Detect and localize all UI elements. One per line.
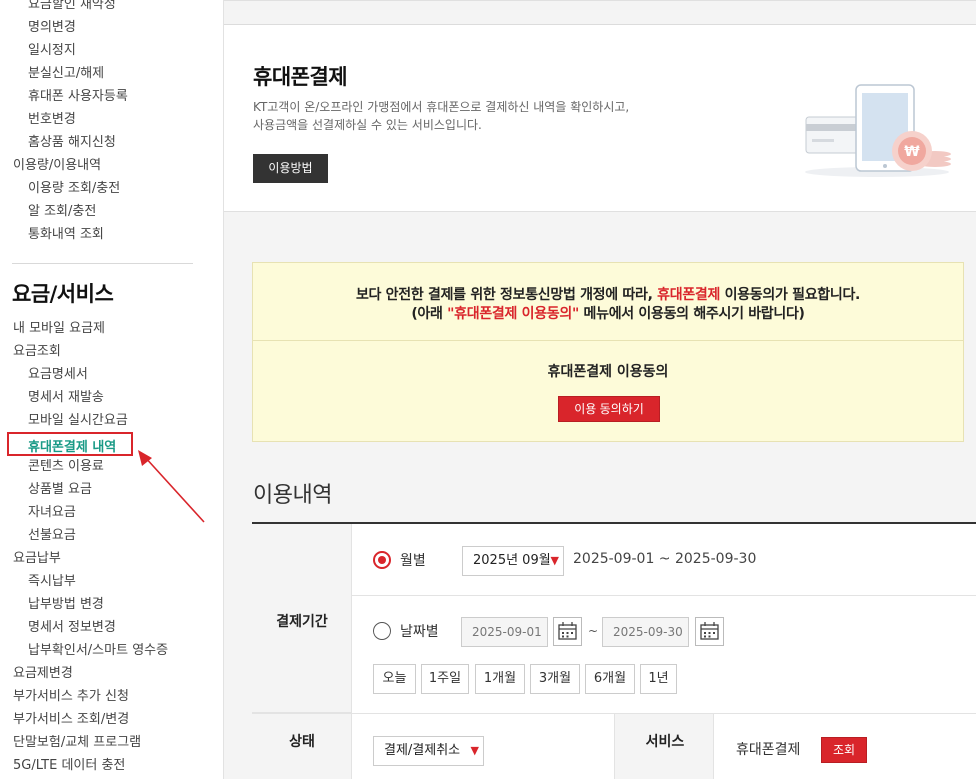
sidebar-item-suspend[interactable]: 일시정지 bbox=[28, 43, 76, 59]
period-1year-button[interactable]: 1년 bbox=[640, 664, 677, 694]
sidebar-item-plan-change[interactable]: 요금제변경 bbox=[13, 666, 73, 682]
notice-divider bbox=[253, 340, 963, 341]
sidebar-item-pay-method[interactable]: 납부방법 변경 bbox=[28, 597, 104, 613]
monthly-radio[interactable] bbox=[373, 551, 391, 569]
sidebar-item-fee-discount-recontract[interactable]: 요금할인 재약정 bbox=[28, 0, 116, 13]
sidebar-item-data-charge[interactable]: 5G/LTE 데이터 충전 bbox=[13, 758, 125, 774]
sidebar-item-insurance[interactable]: 단말보험/교체 프로그램 bbox=[13, 735, 141, 751]
calendar-from-button[interactable] bbox=[553, 617, 582, 646]
sidebar-item-number-change[interactable]: 번호변경 bbox=[28, 112, 76, 128]
daily-radio[interactable] bbox=[373, 622, 391, 640]
date-to-input[interactable]: 2025-09-30 bbox=[602, 617, 689, 647]
sidebar-heading: 요금/서비스 bbox=[12, 282, 114, 306]
search-button[interactable]: 조회 bbox=[821, 737, 867, 763]
sidebar-item-addon-view[interactable]: 부가서비스 조회/변경 bbox=[13, 712, 129, 728]
sidebar-item-content-fee[interactable]: 콘텐츠 이용료 bbox=[28, 459, 104, 475]
daily-label: 날짜별 bbox=[400, 624, 439, 640]
notice-line-2: (아래 "휴대폰결제 이용동의" 메뉴에서 이용동의 해주시기 바랍니다) bbox=[411, 306, 805, 322]
notice-line-1: 보다 안전한 결제를 위한 정보통신망법 개정에 따라, 휴대폰결제 이용동의가… bbox=[355, 287, 861, 303]
period-1month-button[interactable]: 1개월 bbox=[475, 664, 525, 694]
sidebar-item-bill-statement[interactable]: 요금명세서 bbox=[28, 367, 88, 383]
main-content: 휴대폰결제 KT고객이 온/오프라인 가맹점에서 휴대폰으로 결제하신 내역을 … bbox=[224, 0, 976, 779]
consent-title: 휴대폰결제 이용동의 bbox=[547, 364, 669, 380]
date-range-tilde: ~ bbox=[588, 624, 599, 638]
calendar-icon bbox=[700, 622, 719, 640]
month-range-text: 2025-09-01 ~ 2025-09-30 bbox=[573, 551, 757, 567]
sidebar-item-addon-apply[interactable]: 부가서비스 추가 신청 bbox=[13, 689, 129, 705]
sidebar-divider bbox=[12, 263, 193, 264]
sidebar: 요금할인 재약정 명의변경 일시정지 분실신고/해제 휴대폰 사용자등록 번호변… bbox=[0, 0, 224, 779]
sidebar-item-statement-info[interactable]: 명세서 정보변경 bbox=[28, 620, 116, 636]
calendar-icon bbox=[558, 622, 577, 640]
sidebar-item-mobile-payment-active[interactable]: 휴대폰결제 내역 bbox=[7, 432, 133, 456]
sidebar-group-pay[interactable]: 요금납부 bbox=[13, 551, 61, 567]
sidebar-group-bill[interactable]: 요금조회 bbox=[13, 344, 61, 360]
sidebar-item-home-cancel[interactable]: 홈상품 해지신청 bbox=[28, 135, 116, 151]
sidebar-item-usage-charge[interactable]: 이용량 조회/충전 bbox=[28, 181, 120, 197]
sidebar-item-receipt[interactable]: 납부확인서/스마트 영수증 bbox=[28, 643, 168, 659]
chevron-down-icon: ▼ bbox=[470, 744, 479, 757]
consent-button[interactable]: 이용 동의하기 bbox=[558, 396, 660, 422]
status-select[interactable]: 결제/결제취소 ▼ bbox=[373, 736, 484, 766]
chevron-down-icon: ▼ bbox=[550, 554, 559, 567]
sidebar-item-realtime-fee[interactable]: 모바일 실시간요금 bbox=[28, 413, 128, 429]
service-intro-card: 휴대폰결제 KT고객이 온/오프라인 가맹점에서 휴대폰으로 결제하신 내역을 … bbox=[224, 0, 976, 212]
howto-button[interactable]: 이용방법 bbox=[253, 154, 328, 183]
sidebar-item-statement-resend[interactable]: 명세서 재발송 bbox=[28, 390, 104, 406]
sidebar-group-usage[interactable]: 이용량/이용내역 bbox=[13, 158, 101, 174]
calendar-to-button[interactable] bbox=[695, 617, 724, 646]
service-value: 휴대폰결제 bbox=[736, 742, 801, 758]
monthly-label: 월별 bbox=[400, 553, 426, 569]
consent-notice-box: 보다 안전한 결제를 위한 정보통신망법 개정에 따라, 휴대폰결제 이용동의가… bbox=[252, 262, 964, 442]
sidebar-item-child-fee[interactable]: 자녀요금 bbox=[28, 505, 76, 521]
red-arrow-annotation bbox=[138, 450, 205, 523]
date-from-input[interactable]: 2025-09-01 bbox=[461, 617, 548, 647]
period-today-button[interactable]: 오늘 bbox=[373, 664, 416, 694]
usage-filter-table: 결제기간 월별 2025년 09월 ▼ 2025-09-01 ~ 2025-09-… bbox=[252, 522, 976, 779]
sidebar-item-call-history[interactable]: 통화내역 조회 bbox=[28, 227, 104, 243]
svg-text:₩: ₩ bbox=[904, 144, 920, 160]
page-title: 휴대폰결제 bbox=[253, 65, 348, 89]
period-1week-button[interactable]: 1주일 bbox=[421, 664, 469, 694]
page-description: KT고객이 온/오프라인 가맹점에서 휴대폰으로 결제하신 내역을 확인하시고,… bbox=[253, 100, 630, 132]
sidebar-item-instant-pay[interactable]: 즉시납부 bbox=[28, 574, 76, 590]
status-header-cell: 상태 bbox=[252, 714, 352, 779]
month-select[interactable]: 2025년 09월 ▼ bbox=[462, 546, 564, 576]
sidebar-item-al-charge[interactable]: 알 조회/충전 bbox=[28, 204, 96, 220]
period-3month-button[interactable]: 3개월 bbox=[530, 664, 580, 694]
sidebar-item-prepaid-fee[interactable]: 선불요금 bbox=[28, 528, 76, 544]
row-divider bbox=[352, 595, 976, 596]
service-header-cell: 서비스 bbox=[614, 714, 714, 779]
sidebar-item-name-change[interactable]: 명의변경 bbox=[28, 20, 76, 36]
period-header-cell: 결제기간 bbox=[252, 524, 352, 713]
period-6month-button[interactable]: 6개월 bbox=[585, 664, 635, 694]
sidebar-active-label: 휴대폰결제 내역 bbox=[28, 440, 117, 455]
sidebar-item-user-register[interactable]: 휴대폰 사용자등록 bbox=[28, 89, 128, 105]
top-strip bbox=[224, 1, 976, 25]
sidebar-item-product-fee[interactable]: 상품별 요금 bbox=[28, 482, 92, 498]
usage-section-title: 이용내역 bbox=[253, 483, 332, 508]
sidebar-item-lost-report[interactable]: 분실신고/해제 bbox=[28, 66, 104, 82]
sidebar-item-my-mobile-fee[interactable]: 내 모바일 요금제 bbox=[13, 321, 105, 337]
mobile-payment-illustration-icon: ₩ bbox=[805, 84, 951, 177]
